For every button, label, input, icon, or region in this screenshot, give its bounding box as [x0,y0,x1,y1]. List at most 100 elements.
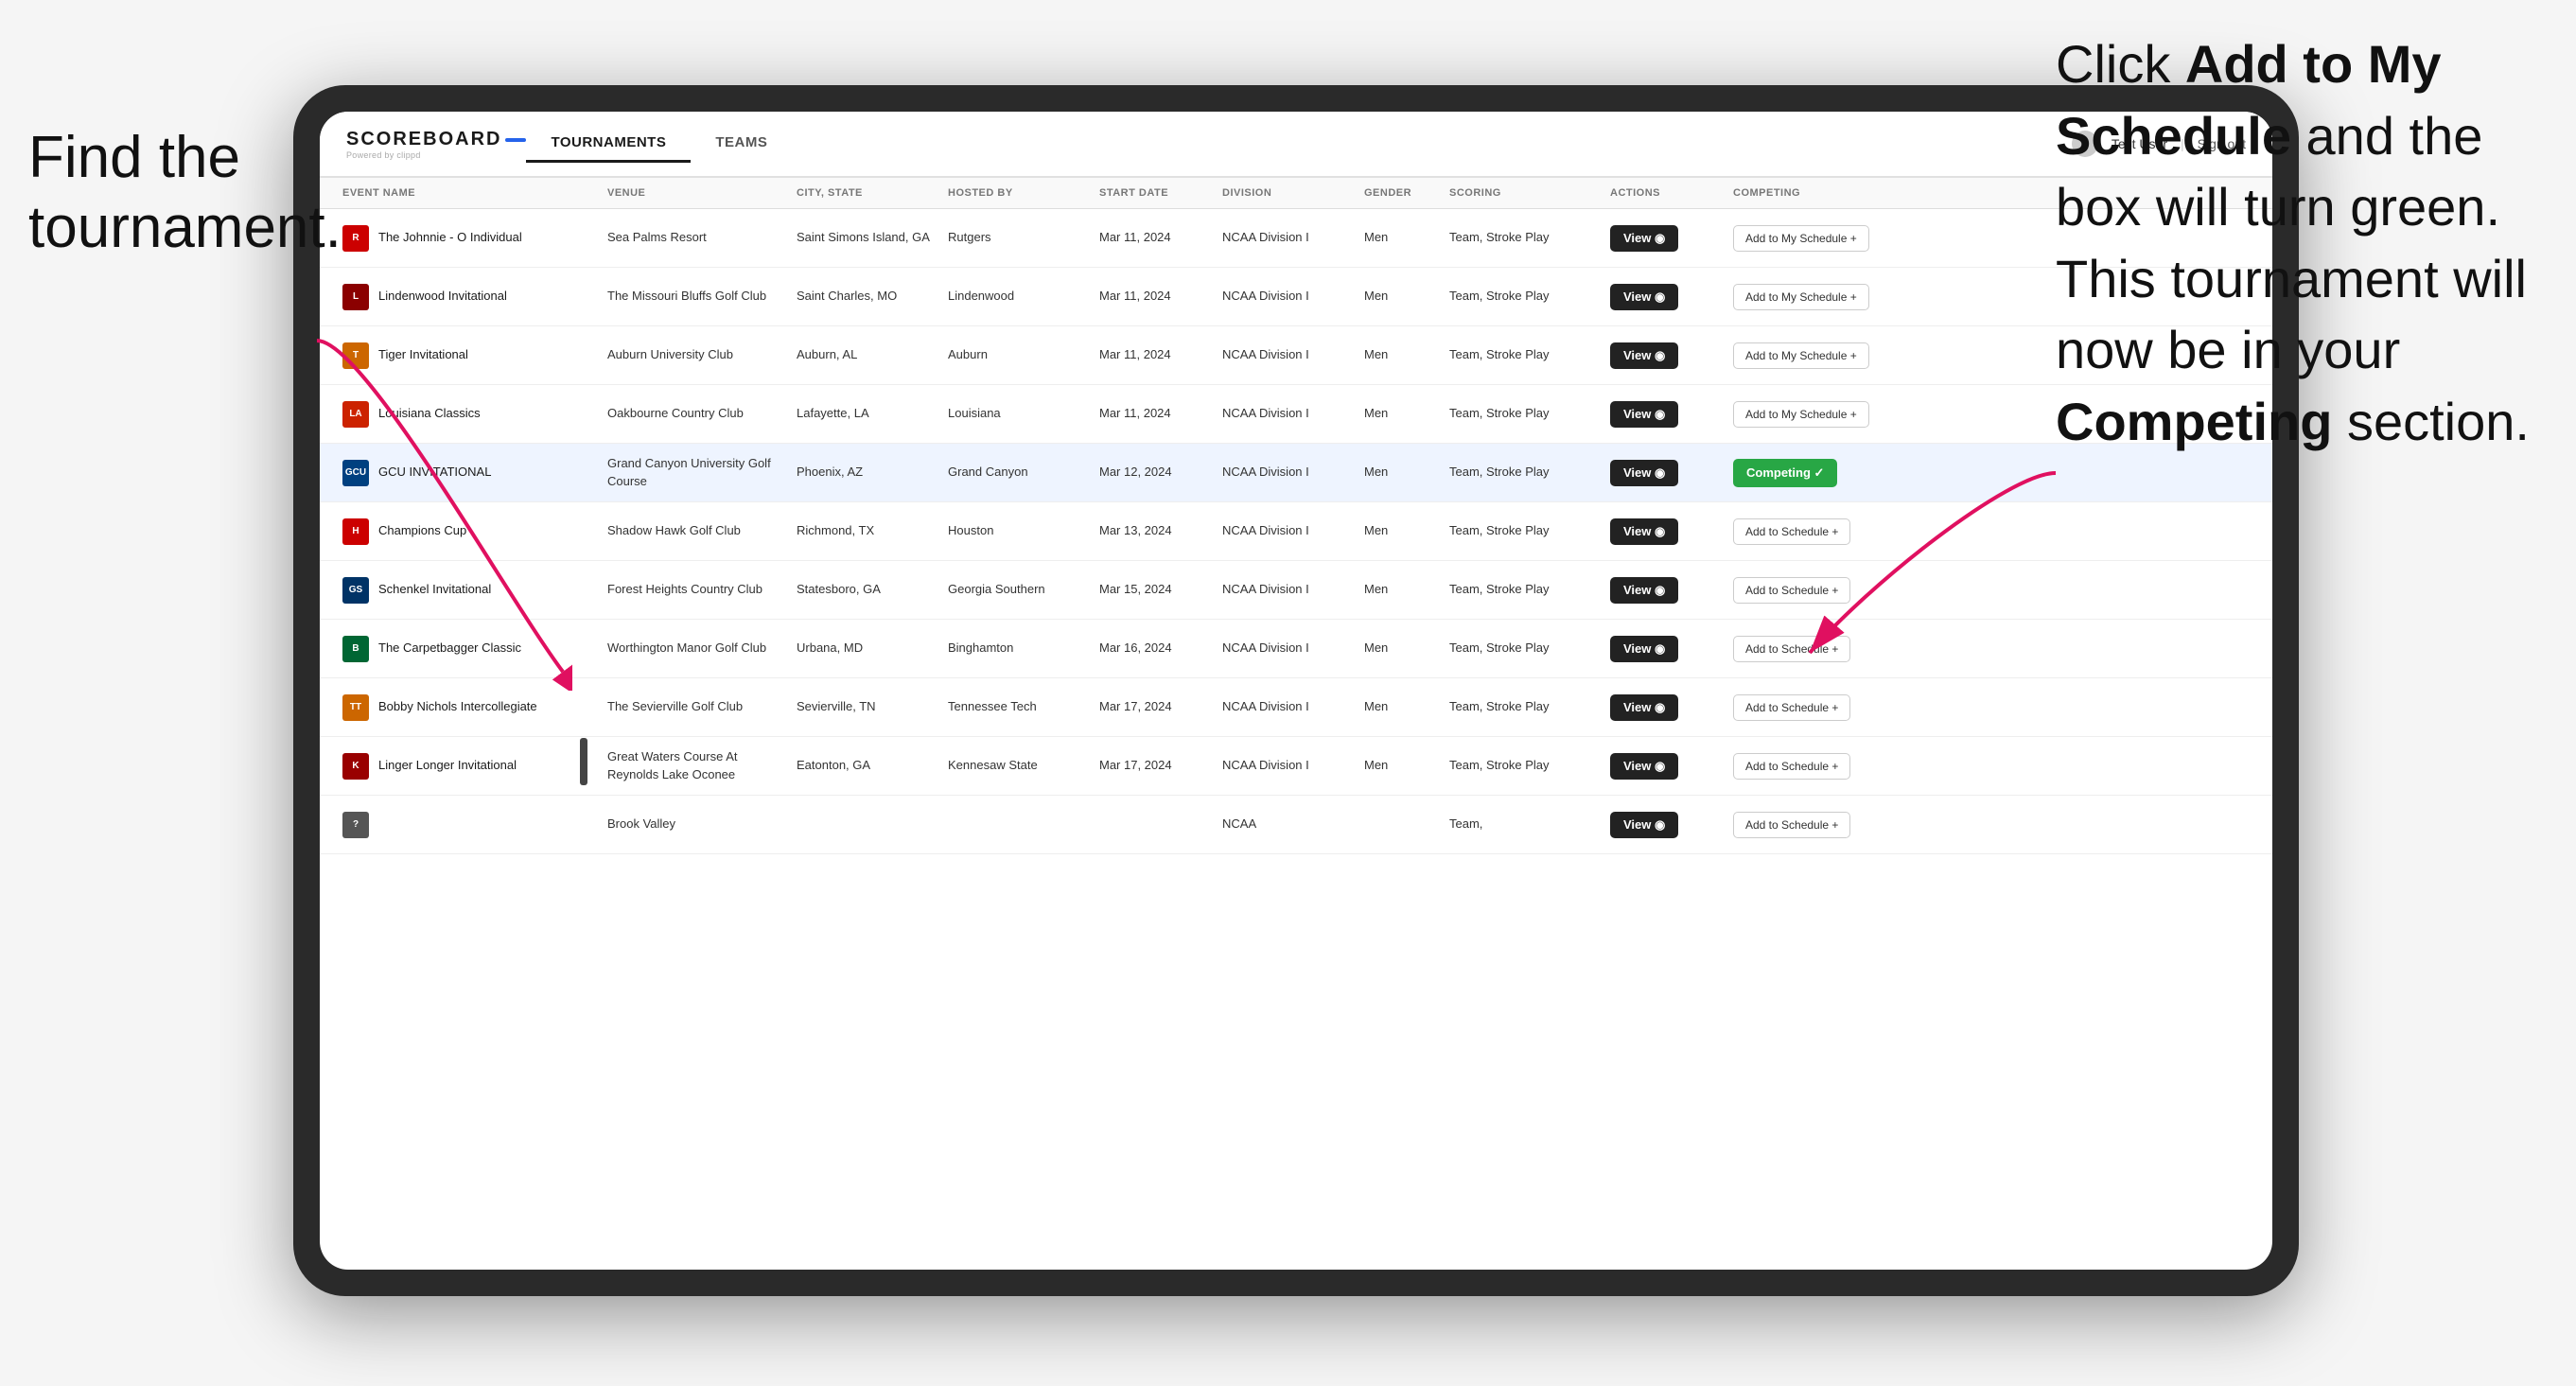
hosted-by-cell: Georgia Southern [940,573,1092,605]
team-logo: K [342,753,369,780]
scoring-cell: Team, Stroke Play [1442,221,1603,254]
action-cell: View ◉ [1603,218,1726,259]
col-event-name: EVENT NAME [335,178,600,208]
view-button[interactable]: View ◉ [1610,753,1678,780]
division-cell: NCAA Division I [1215,339,1357,371]
gender-cell: Men [1357,573,1442,605]
hosted-by-cell: Rutgers [940,221,1092,254]
view-button[interactable]: View ◉ [1610,342,1678,369]
view-button[interactable]: View ◉ [1610,460,1678,486]
tablet-device: SCOREBOARD Powered by clippd TOURNAMENTS… [293,85,2299,1296]
view-button[interactable]: View ◉ [1610,284,1678,310]
event-name-cell: B The Carpetbagger Classic [335,628,600,670]
gender-cell: Men [1357,515,1442,547]
logo-text: SCOREBOARD [346,129,501,150]
event-name-text: Louisiana Classics [378,405,481,422]
col-actions: ACTIONS [1603,178,1726,208]
competing-cell: Competing ✓ [1726,451,1915,495]
division-cell: NCAA Division I [1215,573,1357,605]
hosted-by-cell: Louisiana [940,397,1092,430]
scoring-cell: Team, Stroke Play [1442,691,1603,723]
city-state-cell: Lafayette, LA [789,397,940,430]
view-button[interactable]: View ◉ [1610,577,1678,604]
venue-cell: Great Waters Course At Reynolds Lake Oco… [600,741,789,790]
start-date-cell: Mar 11, 2024 [1092,397,1215,430]
view-button[interactable]: View ◉ [1610,694,1678,721]
view-button[interactable]: View ◉ [1610,518,1678,545]
view-button[interactable]: View ◉ [1610,812,1678,838]
venue-cell: Brook Valley [600,808,789,840]
venue-cell: Oakbourne Country Club [600,397,789,430]
scoring-cell: Team, Stroke Play [1442,397,1603,430]
scoring-cell: Team, Stroke Play [1442,573,1603,605]
tab-teams[interactable]: TEAMS [691,125,792,163]
venue-cell: Grand Canyon University Golf Course [600,447,789,497]
city-state-cell: Urbana, MD [789,632,940,664]
table-row: GSSchenkel InvitationalForest Heights Co… [320,561,2272,620]
table-row: R The Johnnie - O Individual Sea Palms Res… [320,209,2272,268]
division-cell: NCAA Division I [1215,280,1357,312]
tab-tournaments[interactable]: TOURNAMENTS [526,125,691,163]
competing-button[interactable]: Competing ✓ [1733,459,1837,487]
add-to-schedule-button[interactable]: Add to My Schedule + [1733,342,1869,369]
action-cell: View ◉ [1603,804,1726,846]
team-logo: ? [342,812,369,838]
add-to-schedule-button[interactable]: Add to My Schedule + [1733,284,1869,310]
event-name-cell: KLinger Longer Invitational [335,746,600,787]
add-to-schedule-button[interactable]: Add to Schedule + [1733,518,1850,545]
division-cell: NCAA Division I [1215,691,1357,723]
gender-cell: Men [1357,456,1442,488]
action-cell: View ◉ [1603,687,1726,728]
division-cell: NCAA Division I [1215,456,1357,488]
event-name-text: The Carpetbagger Classic [378,640,521,657]
start-date-cell: Mar 12, 2024 [1092,456,1215,488]
add-to-schedule-button[interactable]: Add to My Schedule + [1733,225,1869,252]
add-to-schedule-button[interactable]: Add to Schedule + [1733,694,1850,721]
competing-cell: Add to Schedule + [1726,746,1915,787]
col-scoring: SCORING [1442,178,1603,208]
competing-cell: Add to Schedule + [1726,511,1915,553]
city-state-cell: Sevierville, TN [789,691,940,723]
view-button[interactable]: View ◉ [1610,225,1678,252]
venue-cell: Worthington Manor Golf Club [600,632,789,664]
action-cell: View ◉ [1603,746,1726,787]
division-cell: NCAA Division I [1215,749,1357,781]
city-state-cell: Saint Charles, MO [789,280,940,312]
venue-cell: Shadow Hawk Golf Club [600,515,789,547]
hosted-by-cell: Grand Canyon [940,456,1092,488]
scoring-cell: Team, Stroke Play [1442,280,1603,312]
col-start-date: START DATE [1092,178,1215,208]
table-container: EVENT NAME VENUE CITY, STATE HOSTED BY S… [320,178,2272,1270]
venue-cell: Sea Palms Resort [600,221,789,254]
team-logo: B [342,636,369,662]
venue-cell: Forest Heights Country Club [600,573,789,605]
city-state-cell: Phoenix, AZ [789,456,940,488]
team-logo: H [342,518,369,545]
table-row: KLinger Longer InvitationalGreat Waters … [320,737,2272,796]
scoring-cell: Team, Stroke Play [1442,456,1603,488]
event-name-cell: HChampions Cup [335,511,600,553]
col-gender: GENDER [1357,178,1442,208]
nav-tabs: TOURNAMENTS TEAMS [526,125,2071,163]
add-to-schedule-button[interactable]: Add to Schedule + [1733,812,1850,838]
scoring-cell: Team, Stroke Play [1442,632,1603,664]
event-name-cell: GSSchenkel Invitational [335,570,600,611]
start-date-cell: Mar 11, 2024 [1092,339,1215,371]
city-state-cell: Statesboro, GA [789,573,940,605]
add-to-schedule-button[interactable]: Add to Schedule + [1733,636,1850,662]
event-name-cell: TTiger Invitational [335,335,600,377]
team-logo: R [342,225,369,252]
gender-cell: Men [1357,632,1442,664]
add-to-schedule-button[interactable]: Add to My Schedule + [1733,401,1869,428]
table-row: LALouisiana ClassicsOakbourne Country Cl… [320,385,2272,444]
view-button[interactable]: View ◉ [1610,636,1678,662]
team-logo: TT [342,694,369,721]
event-name-text: The Johnnie - O Individual [378,229,522,246]
add-to-schedule-button[interactable]: Add to Schedule + [1733,753,1850,780]
competing-cell: Add to Schedule + [1726,570,1915,611]
view-button[interactable]: View ◉ [1610,401,1678,428]
event-name-cell: R The Johnnie - O Individual [335,218,600,259]
venue-cell: The Sevierville Golf Club [600,691,789,723]
add-to-schedule-button[interactable]: Add to Schedule + [1733,577,1850,604]
hosted-by-cell: Binghamton [940,632,1092,664]
